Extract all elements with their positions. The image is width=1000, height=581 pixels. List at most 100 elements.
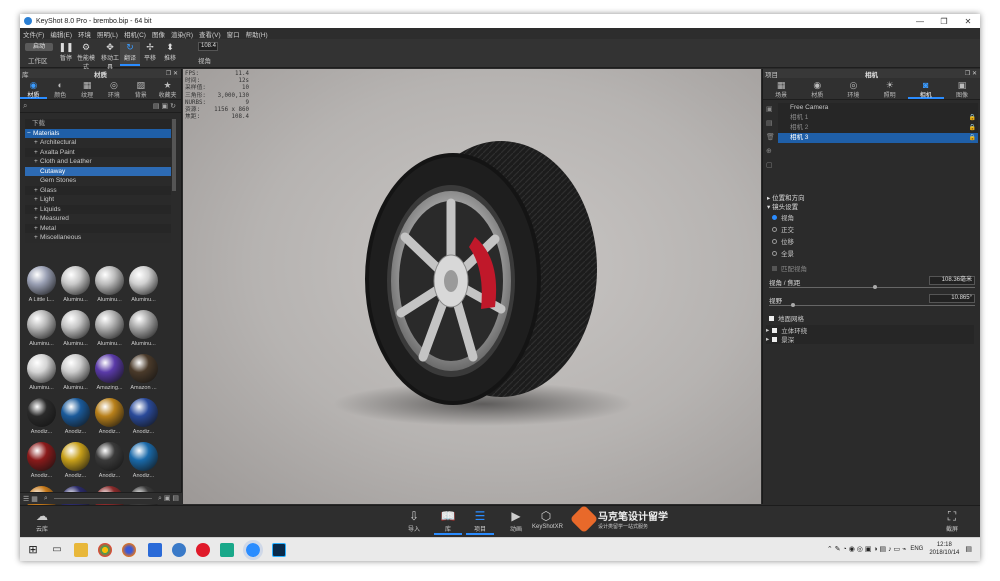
material-thumbnail[interactable]: Anodiz... xyxy=(25,397,58,440)
tree-item[interactable]: + Architectural xyxy=(25,138,171,148)
material-thumbnail[interactable]: Anodiz... xyxy=(25,441,58,484)
library-tab[interactable]: ◉ 材质 xyxy=(20,78,47,99)
ground-grid-option[interactable]: 地面网格 xyxy=(769,313,804,323)
project-tab[interactable]: ☀ 照明 xyxy=(872,78,908,99)
performance-mode-button[interactable]: ⚙ 性能模式 xyxy=(76,42,96,71)
keyshot-taskbar-icon[interactable] xyxy=(243,540,263,560)
menu-item[interactable]: 窗口 xyxy=(227,29,240,39)
project-tab[interactable]: ▦ 场景 xyxy=(763,78,799,99)
fov-field[interactable]: 108.36毫米 xyxy=(929,276,975,285)
camera-item[interactable]: 相机 3 🔒 xyxy=(778,133,978,143)
tree-item[interactable]: + Liquids xyxy=(25,205,171,215)
pause-button[interactable]: ❚❚ 暂停 xyxy=(56,42,76,66)
projection-radio[interactable]: 正交 xyxy=(772,224,794,234)
projection-radio[interactable]: 视角 xyxy=(772,212,794,222)
material-thumbnail[interactable]: Anodiz... xyxy=(127,397,160,440)
render-viewport[interactable]: FPS: 11.4 时间: 12s 采样值: 10 三角形: 3,000,130 NURBS: 9… xyxy=(183,69,761,504)
radio-dot[interactable] xyxy=(772,226,777,232)
match-view-checkbox[interactable] xyxy=(772,265,777,271)
menu-item[interactable]: 相机(C) xyxy=(124,29,146,39)
project-tab[interactable]: ◎ 环境 xyxy=(835,78,871,99)
material-thumbnail[interactable]: Aluminu... xyxy=(93,265,126,308)
library-tools-icon[interactable]: ▤▣↻ xyxy=(153,102,178,110)
project-tab[interactable]: ▣ 图像 xyxy=(944,78,980,99)
windows-start-icon[interactable]: ⊞ xyxy=(26,543,40,557)
project-tab[interactable]: ◉ 材质 xyxy=(799,78,835,99)
dof-option[interactable]: ▸ 景深 xyxy=(766,334,974,344)
projection-radio[interactable]: 全景 xyxy=(772,248,794,258)
task-view-icon[interactable]: ▭ xyxy=(50,543,64,557)
lock-icon[interactable]: 🔒 xyxy=(969,113,976,123)
fov-slider-knob[interactable] xyxy=(873,285,877,289)
projection-radio[interactable]: 位移 xyxy=(772,236,794,246)
startup-pill[interactable]: 启动 xyxy=(25,43,53,51)
opera-icon[interactable] xyxy=(196,543,210,557)
material-thumbnail[interactable]: Aluminu... xyxy=(59,265,92,308)
radio-dot[interactable] xyxy=(772,214,777,220)
lock-icon[interactable]: 🔒 xyxy=(969,133,976,143)
minimize-button[interactable]: — xyxy=(908,17,932,26)
match-view-option[interactable]: 匹配视角 xyxy=(772,263,807,273)
close-button[interactable]: ✕ xyxy=(956,17,980,26)
tree-item[interactable]: + Axalta Paint xyxy=(25,148,171,158)
tray-icons[interactable]: ⌃ ✎ ◔ ◉ ◎ ▣ ◑ ▤ ♪ ▭ ⌁ xyxy=(827,545,906,553)
tree-scrollbar[interactable] xyxy=(172,119,176,191)
tree-item[interactable]: + Metal xyxy=(25,224,171,234)
clock[interactable]: 12:18 2018/10/14 xyxy=(929,541,959,557)
material-thumbnail[interactable]: Anodiz... xyxy=(59,397,92,440)
photoshop-icon[interactable] xyxy=(272,543,286,557)
camera-side-tools[interactable]: ▣ ▤ 🗑 ⊕ ▢ xyxy=(766,103,776,173)
view-slider[interactable] xyxy=(769,305,975,306)
menu-item[interactable]: 编辑(E) xyxy=(50,29,72,39)
menu-item[interactable]: 环境 xyxy=(78,29,91,39)
dof-checkbox[interactable] xyxy=(772,336,778,342)
tree-item[interactable]: + Glass xyxy=(25,186,171,196)
dolly-button[interactable]: ⬍ 推移 xyxy=(160,42,180,66)
material-thumbnail[interactable]: Anodiz... xyxy=(127,441,160,484)
library-search-bar[interactable]: ⌕ ▤▣↻ xyxy=(20,100,181,113)
screenshot-button[interactable]: ⛶ 截屏 xyxy=(938,508,966,533)
radio-dot[interactable] xyxy=(772,238,777,244)
import-button[interactable]: ⇩ 导入 xyxy=(400,508,428,533)
menu-item[interactable]: 渲染(R) xyxy=(171,29,193,39)
tree-item[interactable]: + Cloth and Leather xyxy=(25,157,171,167)
animation-button[interactable]: ▶ 动画 xyxy=(502,508,530,533)
material-thumbnail[interactable]: Aluminu... xyxy=(25,353,58,396)
list-view-icon[interactable]: ☰ ▦ xyxy=(23,495,38,503)
material-thumbnail[interactable]: Aluminu... xyxy=(127,309,160,352)
camera-item[interactable]: 相机 1 🔒 xyxy=(778,113,978,123)
project-button[interactable]: ☰ 项目 xyxy=(466,508,494,535)
view-field[interactable]: 10.865° xyxy=(929,294,975,303)
chrome-icon[interactable] xyxy=(98,543,112,557)
language-indicator[interactable]: ENG xyxy=(910,546,923,552)
keyshotxr-button[interactable]: ⬡ KeyShotXR xyxy=(532,508,563,530)
library-tab[interactable]: ▨ 背景 xyxy=(127,78,154,99)
stereo-checkbox[interactable] xyxy=(772,327,778,333)
app-icon-2[interactable] xyxy=(172,543,186,557)
material-thumbnail[interactable]: A Little L... xyxy=(25,265,58,308)
firefox-icon[interactable] xyxy=(122,543,136,557)
zoom-out-icon[interactable]: ⌕ xyxy=(44,495,48,503)
tree-item[interactable]: Cutaway xyxy=(25,166,171,176)
material-thumbnail[interactable]: Aluminu... xyxy=(93,309,126,352)
move-tool-button[interactable]: ✥ 移动工具 xyxy=(100,42,120,71)
cloud-library-button[interactable]: ☁ 云库 xyxy=(28,508,56,533)
fov-slider[interactable] xyxy=(769,287,975,288)
library-tab[interactable]: ◎ 环境 xyxy=(100,78,127,99)
footer-tools-icon[interactable]: ⌕ ▣ ▤ xyxy=(158,494,179,503)
menu-item[interactable]: 照明(L) xyxy=(97,29,118,39)
material-thumbnail[interactable]: Amazon ... xyxy=(127,353,160,396)
material-thumbnail[interactable]: Amazing... xyxy=(93,353,126,396)
library-tab[interactable]: ▦ 纹理 xyxy=(74,78,101,99)
notification-icon[interactable]: ▤ xyxy=(965,545,972,553)
material-thumbnail[interactable]: Anodiz... xyxy=(93,441,126,484)
project-tab[interactable]: ◙ 相机 xyxy=(907,78,944,99)
material-thumbnail[interactable]: Aluminu... xyxy=(59,353,92,396)
menu-item[interactable]: 帮助(H) xyxy=(246,29,268,39)
app-icon-1[interactable] xyxy=(148,543,162,557)
lock-icon[interactable]: 🔒 xyxy=(969,123,976,133)
pan-button[interactable]: ✢ 平移 xyxy=(140,42,160,66)
radio-dot[interactable] xyxy=(772,250,777,256)
material-thumbnail[interactable]: Aluminu... xyxy=(59,309,92,352)
tree-item[interactable]: Gem Stones xyxy=(25,176,171,186)
